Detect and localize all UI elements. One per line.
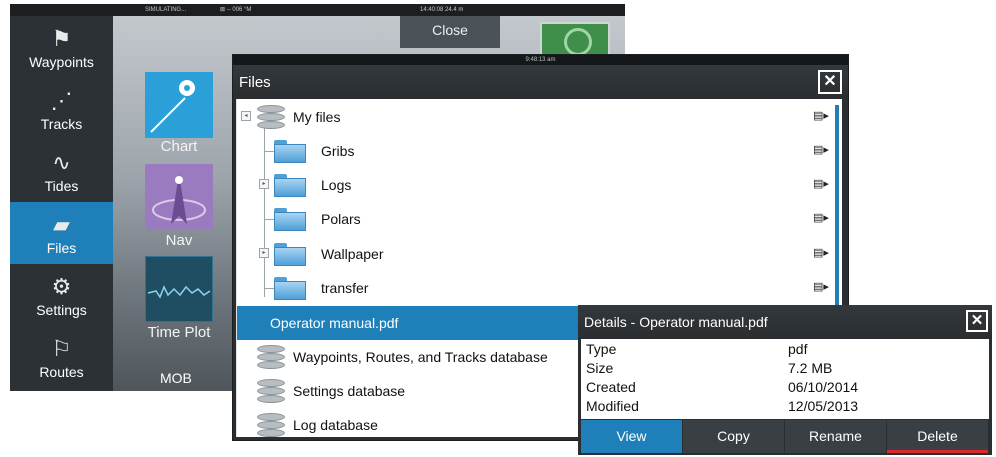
sidebar-item-label: Tides — [44, 178, 79, 194]
route-flags-icon: ⚐ — [51, 336, 72, 361]
files-title-bar: Files ✕ — [233, 65, 848, 99]
database-icon — [257, 379, 285, 403]
home-sidebar: ⚑ Waypoints ⋰ Tracks ∿ Tides ▰ Files ⚙ S… — [10, 16, 113, 391]
folder-icon — [274, 174, 306, 197]
detail-key: Created — [586, 379, 636, 395]
sidebar-item-files[interactable]: ▰ Files — [10, 202, 113, 264]
sidebar-item-tides[interactable]: ∿ Tides — [10, 140, 113, 202]
detail-row-modified: Modified 12/05/2013 — [581, 398, 989, 417]
details-close-button[interactable]: ✕ — [966, 310, 988, 332]
sidebar-item-routes[interactable]: ⚐ Routes — [10, 326, 113, 388]
tree-row-logs[interactable]: ▸ Logs ▤▸ — [237, 168, 842, 202]
row-menu-icon[interactable]: ▤▸ — [813, 144, 829, 157]
tree-row-label: Polars — [321, 211, 361, 227]
home-status-bar: SIMULATING... ⊠ -- 006 °M 14:40:08 24.4 … — [10, 4, 625, 16]
tree-row-label: Logs — [321, 177, 352, 193]
folder-icon — [274, 277, 306, 300]
detail-row-type: Type pdf — [581, 341, 989, 360]
detail-value: 12/05/2013 — [788, 398, 859, 414]
tree-row-label: transfer — [321, 280, 369, 296]
sidebar-item-label: Routes — [39, 364, 84, 380]
tree-row-label: Log database — [293, 417, 378, 433]
view-button[interactable]: View — [581, 420, 683, 453]
row-menu-icon[interactable]: ▤▸ — [813, 247, 829, 260]
collapse-toggle[interactable]: ◂ — [241, 111, 251, 121]
tree-row-label: Operator manual.pdf — [270, 315, 399, 331]
folder-icon — [274, 208, 306, 231]
chart-tile-label: Chart — [160, 138, 198, 155]
tides-wave-icon: ∿ — [52, 150, 71, 175]
timeplot-tile-label: Time Plot — [147, 324, 211, 341]
rename-button[interactable]: Rename — [785, 420, 887, 453]
detail-value: pdf — [788, 341, 808, 357]
expand-toggle[interactable]: ▸ — [259, 179, 269, 189]
files-title: Files — [239, 74, 271, 91]
detail-value: 06/10/2014 — [788, 379, 859, 395]
detail-key: Type — [586, 341, 617, 357]
radar-icon — [564, 28, 592, 56]
row-menu-icon[interactable]: ▤▸ — [813, 212, 829, 225]
folder-icon — [274, 243, 306, 266]
detail-key: Modified — [586, 398, 639, 414]
detail-row-size: Size 7.2 MB — [581, 360, 989, 379]
sidebar-item-label: Tracks — [40, 116, 83, 132]
folder-icon — [274, 140, 306, 163]
home-close-button[interactable]: Close — [400, 16, 500, 48]
details-title: Details - Operator manual.pdf — [584, 314, 768, 330]
tree-row-wallpaper[interactable]: ▸ Wallpaper ▤▸ — [237, 237, 842, 271]
sidebar-item-label: Settings — [36, 302, 87, 318]
database-icon — [257, 105, 285, 129]
detail-row-created: Created 06/10/2014 — [581, 379, 989, 398]
mob-button[interactable]: MOB — [160, 370, 192, 386]
sidebar-item-waypoints[interactable]: ⚑ Waypoints — [10, 16, 113, 78]
details-button-bar: View Copy Rename Delete — [581, 420, 989, 453]
tree-row-label: Wallpaper — [321, 246, 384, 262]
timeplot-icon — [147, 285, 211, 299]
tree-scrollbar[interactable] — [835, 105, 839, 329]
timeplot-tile[interactable] — [145, 256, 213, 322]
detail-value: 7.2 MB — [788, 360, 833, 376]
database-icon — [257, 345, 285, 369]
files-status-bar: 9:48:13 am — [233, 55, 848, 65]
gear-icon: ⚙ — [51, 274, 72, 299]
sidebar-item-label: Waypoints — [29, 54, 94, 70]
nav-tile-label: Nav — [165, 232, 193, 249]
row-menu-icon[interactable]: ▤▸ — [813, 281, 829, 294]
expand-toggle[interactable]: ▸ — [259, 248, 269, 258]
chart-icon — [150, 80, 195, 133]
tree-row-label: Settings database — [293, 383, 406, 399]
details-title-bar: Details - Operator manual.pdf ✕ — [578, 305, 992, 339]
tree-row-transfer[interactable]: transfer ▤▸ — [237, 271, 842, 305]
sidebar-item-settings[interactable]: ⚙ Settings — [10, 264, 113, 326]
time-depth-status: 14:40:08 24.4 m — [420, 7, 464, 13]
chart-tile[interactable] — [145, 72, 213, 138]
copy-button[interactable]: Copy — [683, 420, 785, 453]
database-icon — [257, 413, 285, 437]
tree-row-polars[interactable]: Polars ▤▸ — [237, 202, 842, 236]
tree-row-label: My files — [293, 109, 341, 125]
detail-key: Size — [586, 360, 614, 376]
files-close-button[interactable]: ✕ — [818, 70, 842, 94]
delete-button[interactable]: Delete — [887, 420, 989, 453]
simulating-status: SIMULATING... — [145, 7, 187, 13]
sidebar-item-tracks[interactable]: ⋰ Tracks — [10, 78, 113, 140]
tree-row-label: Waypoints, Routes, and Tracks database — [293, 349, 548, 365]
details-body: Type pdf Size 7.2 MB Created 06/10/2014 … — [581, 339, 989, 419]
tracks-icon: ⋰ — [50, 88, 73, 113]
nav-tile[interactable] — [145, 164, 213, 230]
row-menu-icon[interactable]: ▤▸ — [813, 110, 829, 123]
details-dialog: Details - Operator manual.pdf ✕ Type pdf… — [578, 305, 992, 455]
tree-row-label: Gribs — [321, 143, 355, 159]
tree-row-gribs[interactable]: Gribs ▤▸ — [237, 134, 842, 168]
nav-icon — [152, 174, 206, 224]
heading-status: ⊠ -- 006 °M — [220, 7, 252, 13]
tree-row-my-files[interactable]: ◂ My files ▤▸ — [237, 100, 842, 134]
row-menu-icon[interactable]: ▤▸ — [813, 178, 829, 191]
flag-icon: ⚑ — [51, 26, 72, 51]
sidebar-item-label: Files — [46, 240, 77, 256]
folder-icon: ▰ — [53, 212, 70, 237]
